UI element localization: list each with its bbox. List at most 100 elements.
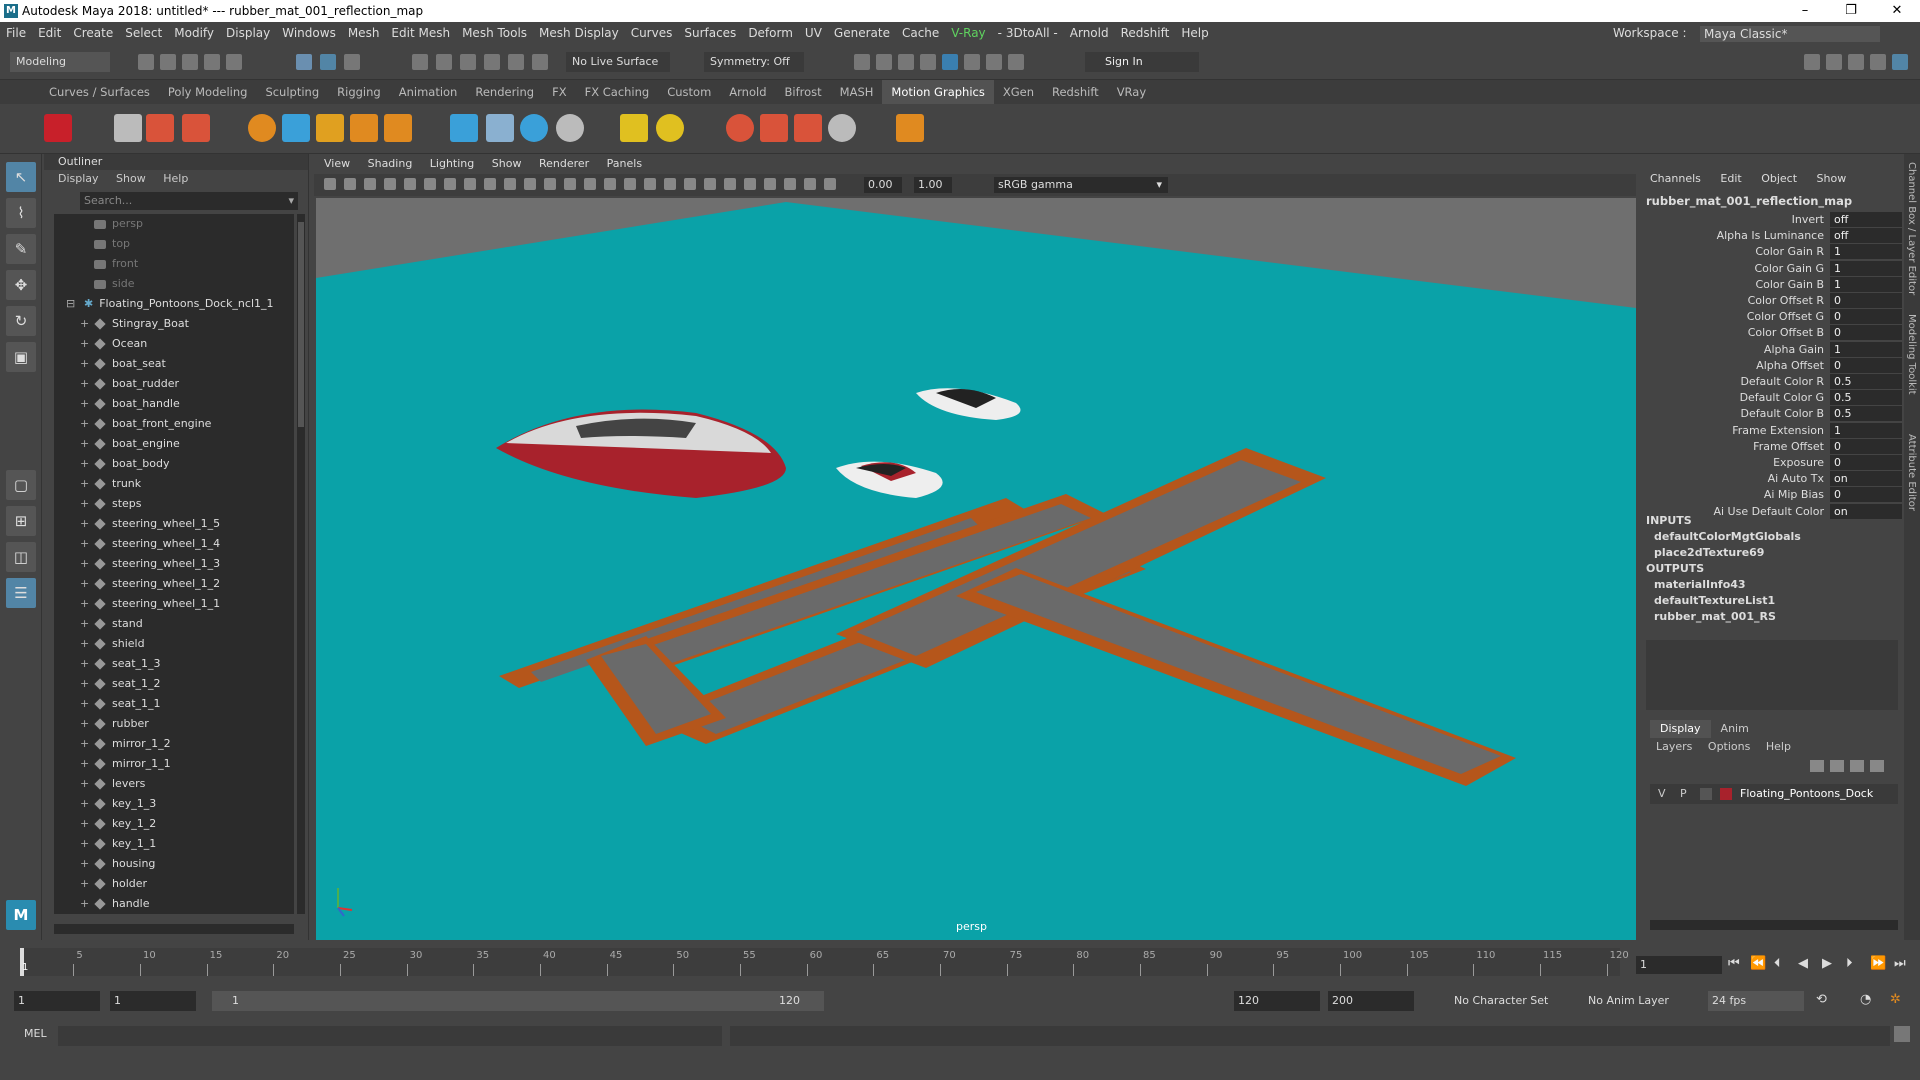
menu-mesh[interactable]: Mesh (342, 22, 386, 44)
outliner-item[interactable]: + seat_1_3 (54, 654, 294, 674)
attribute-row[interactable]: Alpha Is Luminance off (1646, 228, 1902, 244)
move-layer-up-icon[interactable] (1810, 760, 1824, 772)
play-forwards-icon[interactable]: ▶ (1822, 956, 1832, 971)
new-scene-icon[interactable] (138, 54, 154, 70)
outliner-item[interactable]: + boat_rudder (54, 374, 294, 394)
shelf-tab-arnold[interactable]: Arnold (720, 80, 775, 104)
shelf-tab-rigging[interactable]: Rigging (328, 80, 390, 104)
expand-icon[interactable]: + (80, 714, 89, 734)
sign-in-button[interactable]: Sign In (1085, 52, 1199, 72)
playback-end-field[interactable]: 120 (1234, 991, 1320, 1011)
attribute-value[interactable]: 0 (1830, 325, 1902, 341)
go-to-end-icon[interactable]: ⏭ (1894, 956, 1906, 971)
character-set-dropdown[interactable]: No Character Set (1450, 991, 1574, 1011)
outliner-layout-icon[interactable]: ☰ (6, 578, 36, 608)
menu-select[interactable]: Select (119, 22, 168, 44)
menu-cache[interactable]: Cache (896, 22, 945, 44)
shelf-tab-rendering[interactable]: Rendering (466, 80, 543, 104)
outliner-item[interactable]: + boat_body (54, 454, 294, 474)
range-slider[interactable]: 1 120 (212, 991, 824, 1011)
snap-curve-icon[interactable] (436, 54, 452, 70)
outliner-item[interactable]: + rubber (54, 714, 294, 734)
symmetry-dropdown[interactable]: Symmetry: Off (704, 52, 804, 72)
attribute-value[interactable]: 0 (1830, 455, 1902, 470)
outliner-item[interactable]: + housing (54, 854, 294, 874)
menu-curves[interactable]: Curves (625, 22, 679, 44)
menu-vray[interactable]: V-Ray (945, 22, 991, 44)
attribute-value[interactable]: 1 (1830, 260, 1902, 276)
tool-settings-icon[interactable] (1870, 54, 1886, 70)
go-to-start-icon[interactable]: ⏮ (1728, 956, 1740, 971)
text-type-icon[interactable] (146, 114, 174, 142)
outliner-item[interactable]: + steering_wheel_1_2 (54, 574, 294, 594)
attribute-row[interactable]: Alpha Offset 0 (1646, 357, 1902, 374)
expand-icon[interactable]: + (80, 554, 89, 574)
menu-windows[interactable]: Windows (276, 22, 342, 44)
node-name[interactable]: rubber_mat_001_reflection_map (1646, 194, 1852, 208)
shelf-tab-motion-graphics[interactable]: Motion Graphics (882, 80, 994, 104)
new-layer-selected-icon[interactable] (1870, 760, 1884, 772)
move-layer-down-icon[interactable] (1830, 760, 1844, 772)
expand-icon[interactable]: + (80, 474, 89, 494)
input-node[interactable]: place2dTexture69 (1654, 546, 1764, 559)
image-plane-icon[interactable] (384, 178, 396, 190)
curve-icon[interactable] (282, 114, 310, 142)
menu-deform[interactable]: Deform (742, 22, 799, 44)
attribute-row[interactable]: Alpha Gain 1 (1646, 341, 1902, 358)
menu-3dtoall[interactable]: - 3DtoAll - (992, 22, 1064, 44)
expand-icon[interactable]: + (80, 874, 89, 894)
snap-point-icon[interactable] (460, 54, 476, 70)
shelf-tab-redshift[interactable]: Redshift (1043, 80, 1108, 104)
attribute-value[interactable]: 1 (1830, 422, 1902, 438)
ao-icon[interactable] (704, 178, 716, 190)
menu-set-dropdown[interactable]: Modeling (10, 52, 110, 72)
lights-icon[interactable] (664, 178, 676, 190)
maximize-button[interactable]: ❐ (1828, 0, 1874, 22)
viewport-menu-show[interactable]: Show (492, 157, 522, 170)
outliner-item[interactable]: + boat_seat (54, 354, 294, 374)
expand-icon[interactable]: + (80, 454, 89, 474)
outliner-item[interactable]: + seat_1_2 (54, 674, 294, 694)
plus-cross-icon[interactable] (896, 114, 924, 142)
step-back-key-icon[interactable]: ⏪ (1750, 956, 1766, 971)
motion-blur-icon[interactable] (724, 178, 736, 190)
outliner-item[interactable]: + steering_wheel_1_1 (54, 594, 294, 614)
render-view-icon[interactable] (854, 54, 870, 70)
menu-surfaces[interactable]: Surfaces (678, 22, 742, 44)
expand-icon[interactable]: + (80, 814, 89, 834)
box-icon[interactable] (384, 114, 412, 142)
shelf-tab-vray[interactable]: VRay (1108, 80, 1155, 104)
close-button[interactable]: ✕ (1874, 0, 1920, 22)
open-scene-icon[interactable] (160, 54, 176, 70)
outliner-item[interactable]: + seat_1_1 (54, 694, 294, 714)
outliner-item[interactable]: + key_1_2 (54, 814, 294, 834)
attribute-value[interactable]: on (1830, 471, 1902, 487)
current-frame-field[interactable]: 1 (1636, 956, 1722, 974)
shelf-tab-curves-surfaces[interactable]: Curves / Surfaces (40, 80, 159, 104)
attribute-value[interactable]: 1 (1830, 276, 1902, 292)
layer-scrollbar[interactable] (1650, 920, 1898, 930)
outliner-menu-help[interactable]: Help (163, 172, 188, 185)
new-empty-layer-icon[interactable] (1850, 760, 1864, 772)
outliner-item[interactable]: + boat_engine (54, 434, 294, 454)
select-tool-icon[interactable]: ↖ (6, 162, 36, 192)
expand-icon[interactable]: + (80, 694, 89, 714)
expand-icon[interactable]: + (80, 774, 89, 794)
attribute-row[interactable]: Color Gain R 1 (1646, 244, 1902, 260)
menu-uv[interactable]: UV (799, 22, 828, 44)
gate-mask-icon[interactable] (504, 178, 516, 190)
save-scene-icon[interactable] (182, 54, 198, 70)
expand-icon[interactable]: + (80, 414, 89, 434)
live-surface-field[interactable]: No Live Surface (566, 52, 670, 72)
layer-name[interactable]: Floating_Pontoons_Dock (1740, 784, 1873, 804)
outliner-item[interactable]: + mirror_1_1 (54, 754, 294, 774)
layer-menu-layers[interactable]: Layers (1656, 740, 1692, 753)
scene-end-field[interactable]: 200 (1328, 991, 1414, 1011)
output-node[interactable]: rubber_mat_001_RS (1654, 610, 1776, 623)
textured-icon[interactable] (644, 178, 656, 190)
expand-icon[interactable]: + (80, 614, 89, 634)
play-backwards-icon[interactable]: ◀ (1798, 956, 1808, 971)
outliner-item[interactable]: + steering_wheel_1_3 (54, 554, 294, 574)
outliner-item[interactable]: + key_1_1 (54, 834, 294, 854)
shelf-tab-fx[interactable]: FX (543, 80, 576, 104)
